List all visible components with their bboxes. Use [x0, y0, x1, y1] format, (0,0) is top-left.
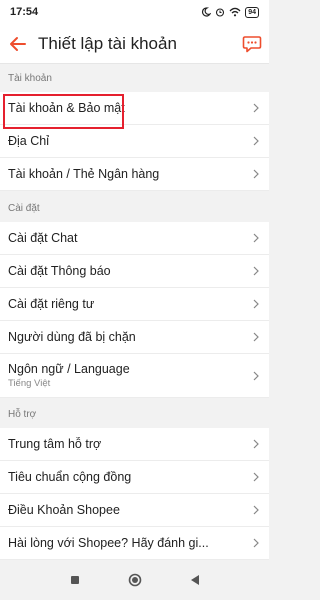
chevron-right-icon [249, 332, 259, 342]
section-header-settings: Cài đặt [8, 203, 40, 214]
system-nav-bar [0, 560, 269, 600]
row-label: Trung tâm hỗ trợ [8, 437, 102, 451]
row-shopee-terms[interactable]: Điều Khoản Shopee [0, 494, 269, 527]
row-label: Tiêu chuẩn cộng đồng [8, 470, 132, 484]
page-title: Thiết lập tài khoản [38, 33, 177, 53]
status-time: 17:54 [10, 6, 39, 18]
circle-icon [128, 573, 141, 587]
alarm-icon [216, 8, 225, 17]
row-chat-settings[interactable]: Cài đặt Chat [0, 222, 269, 255]
chevron-right-icon [249, 169, 259, 179]
row-label: Hài lòng với Shopee? Hãy đánh gi... [8, 536, 209, 550]
square-icon [70, 576, 79, 584]
row-language[interactable]: Ngôn ngữ / Language Tiếng Việt [0, 354, 269, 398]
section-header-support: Hỗ trợ [8, 409, 37, 420]
row-bank-card[interactable]: Tài khoản / Thẻ Ngân hàng [0, 158, 269, 191]
back-button[interactable] [2, 24, 34, 64]
top-app-bar: Thiết lập tài khoản [0, 24, 269, 64]
wifi-icon [229, 7, 241, 17]
row-label: Cài đặt Thông báo [8, 264, 111, 278]
row-label: Người dùng đã bị chặn [8, 330, 136, 344]
row-label: Tài khoản & Bảo mật [8, 101, 125, 115]
row-address[interactable]: Địa Chỉ [0, 125, 269, 158]
chevron-right-icon [249, 439, 259, 449]
row-label: Ngôn ngữ / Language [8, 362, 130, 376]
row-label: Địa Chỉ [8, 134, 49, 148]
chevron-right-icon [249, 472, 259, 482]
chevron-right-icon [249, 505, 259, 515]
triangle-left-icon [190, 575, 199, 585]
chat-icon [242, 35, 262, 52]
row-label: Tài khoản / Thẻ Ngân hàng [8, 167, 160, 181]
section-header-account: Tài khoản [8, 73, 52, 84]
row-privacy-settings[interactable]: Cài đặt riêng tư [0, 288, 269, 321]
language-value: Tiếng Việt [8, 378, 51, 389]
row-label: Điều Khoản Shopee [8, 503, 120, 517]
back-arrow-icon [10, 36, 26, 51]
row-notification-settings[interactable]: Cài đặt Thông báo [0, 255, 269, 288]
status-bar: 17:54 94 [0, 0, 269, 24]
chevron-right-icon [249, 136, 259, 146]
chevron-right-icon [249, 371, 259, 381]
language-texts: Ngôn ngữ / Language Tiếng Việt [8, 362, 249, 389]
recents-button[interactable] [45, 560, 105, 600]
moon-icon [202, 7, 212, 17]
chevron-right-icon [249, 233, 259, 243]
row-community-standards[interactable]: Tiêu chuẩn cộng đồng [0, 461, 269, 494]
row-blocked-users[interactable]: Người dùng đã bị chặn [0, 321, 269, 354]
chevron-right-icon [249, 299, 259, 309]
home-button[interactable] [105, 560, 165, 600]
nav-back-button[interactable] [165, 560, 225, 600]
row-label: Cài đặt riêng tư [8, 297, 95, 311]
battery-indicator: 94 [245, 6, 259, 18]
chat-button[interactable] [235, 24, 269, 64]
row-rate-shopee[interactable]: Hài lòng với Shopee? Hãy đánh gi... [0, 527, 269, 560]
chevron-right-icon [249, 266, 259, 276]
row-help-center[interactable]: Trung tâm hỗ trợ [0, 428, 269, 461]
status-icons: 94 [201, 6, 259, 18]
row-label: Cài đặt Chat [8, 231, 78, 245]
chevron-right-icon [249, 538, 259, 548]
chevron-right-icon [249, 103, 259, 113]
row-account-security[interactable]: Tài khoản & Bảo mật [0, 92, 269, 125]
